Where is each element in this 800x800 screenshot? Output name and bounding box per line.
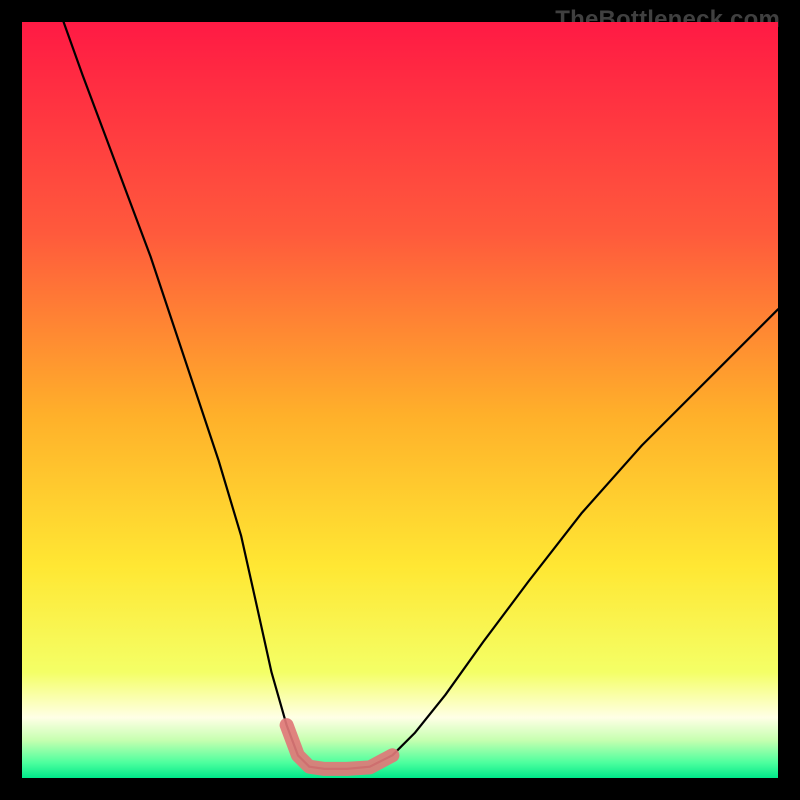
plot-area <box>22 22 778 778</box>
bottleneck-chart <box>22 22 778 778</box>
gradient-background <box>22 22 778 778</box>
chart-frame: TheBottleneck.com <box>0 0 800 800</box>
